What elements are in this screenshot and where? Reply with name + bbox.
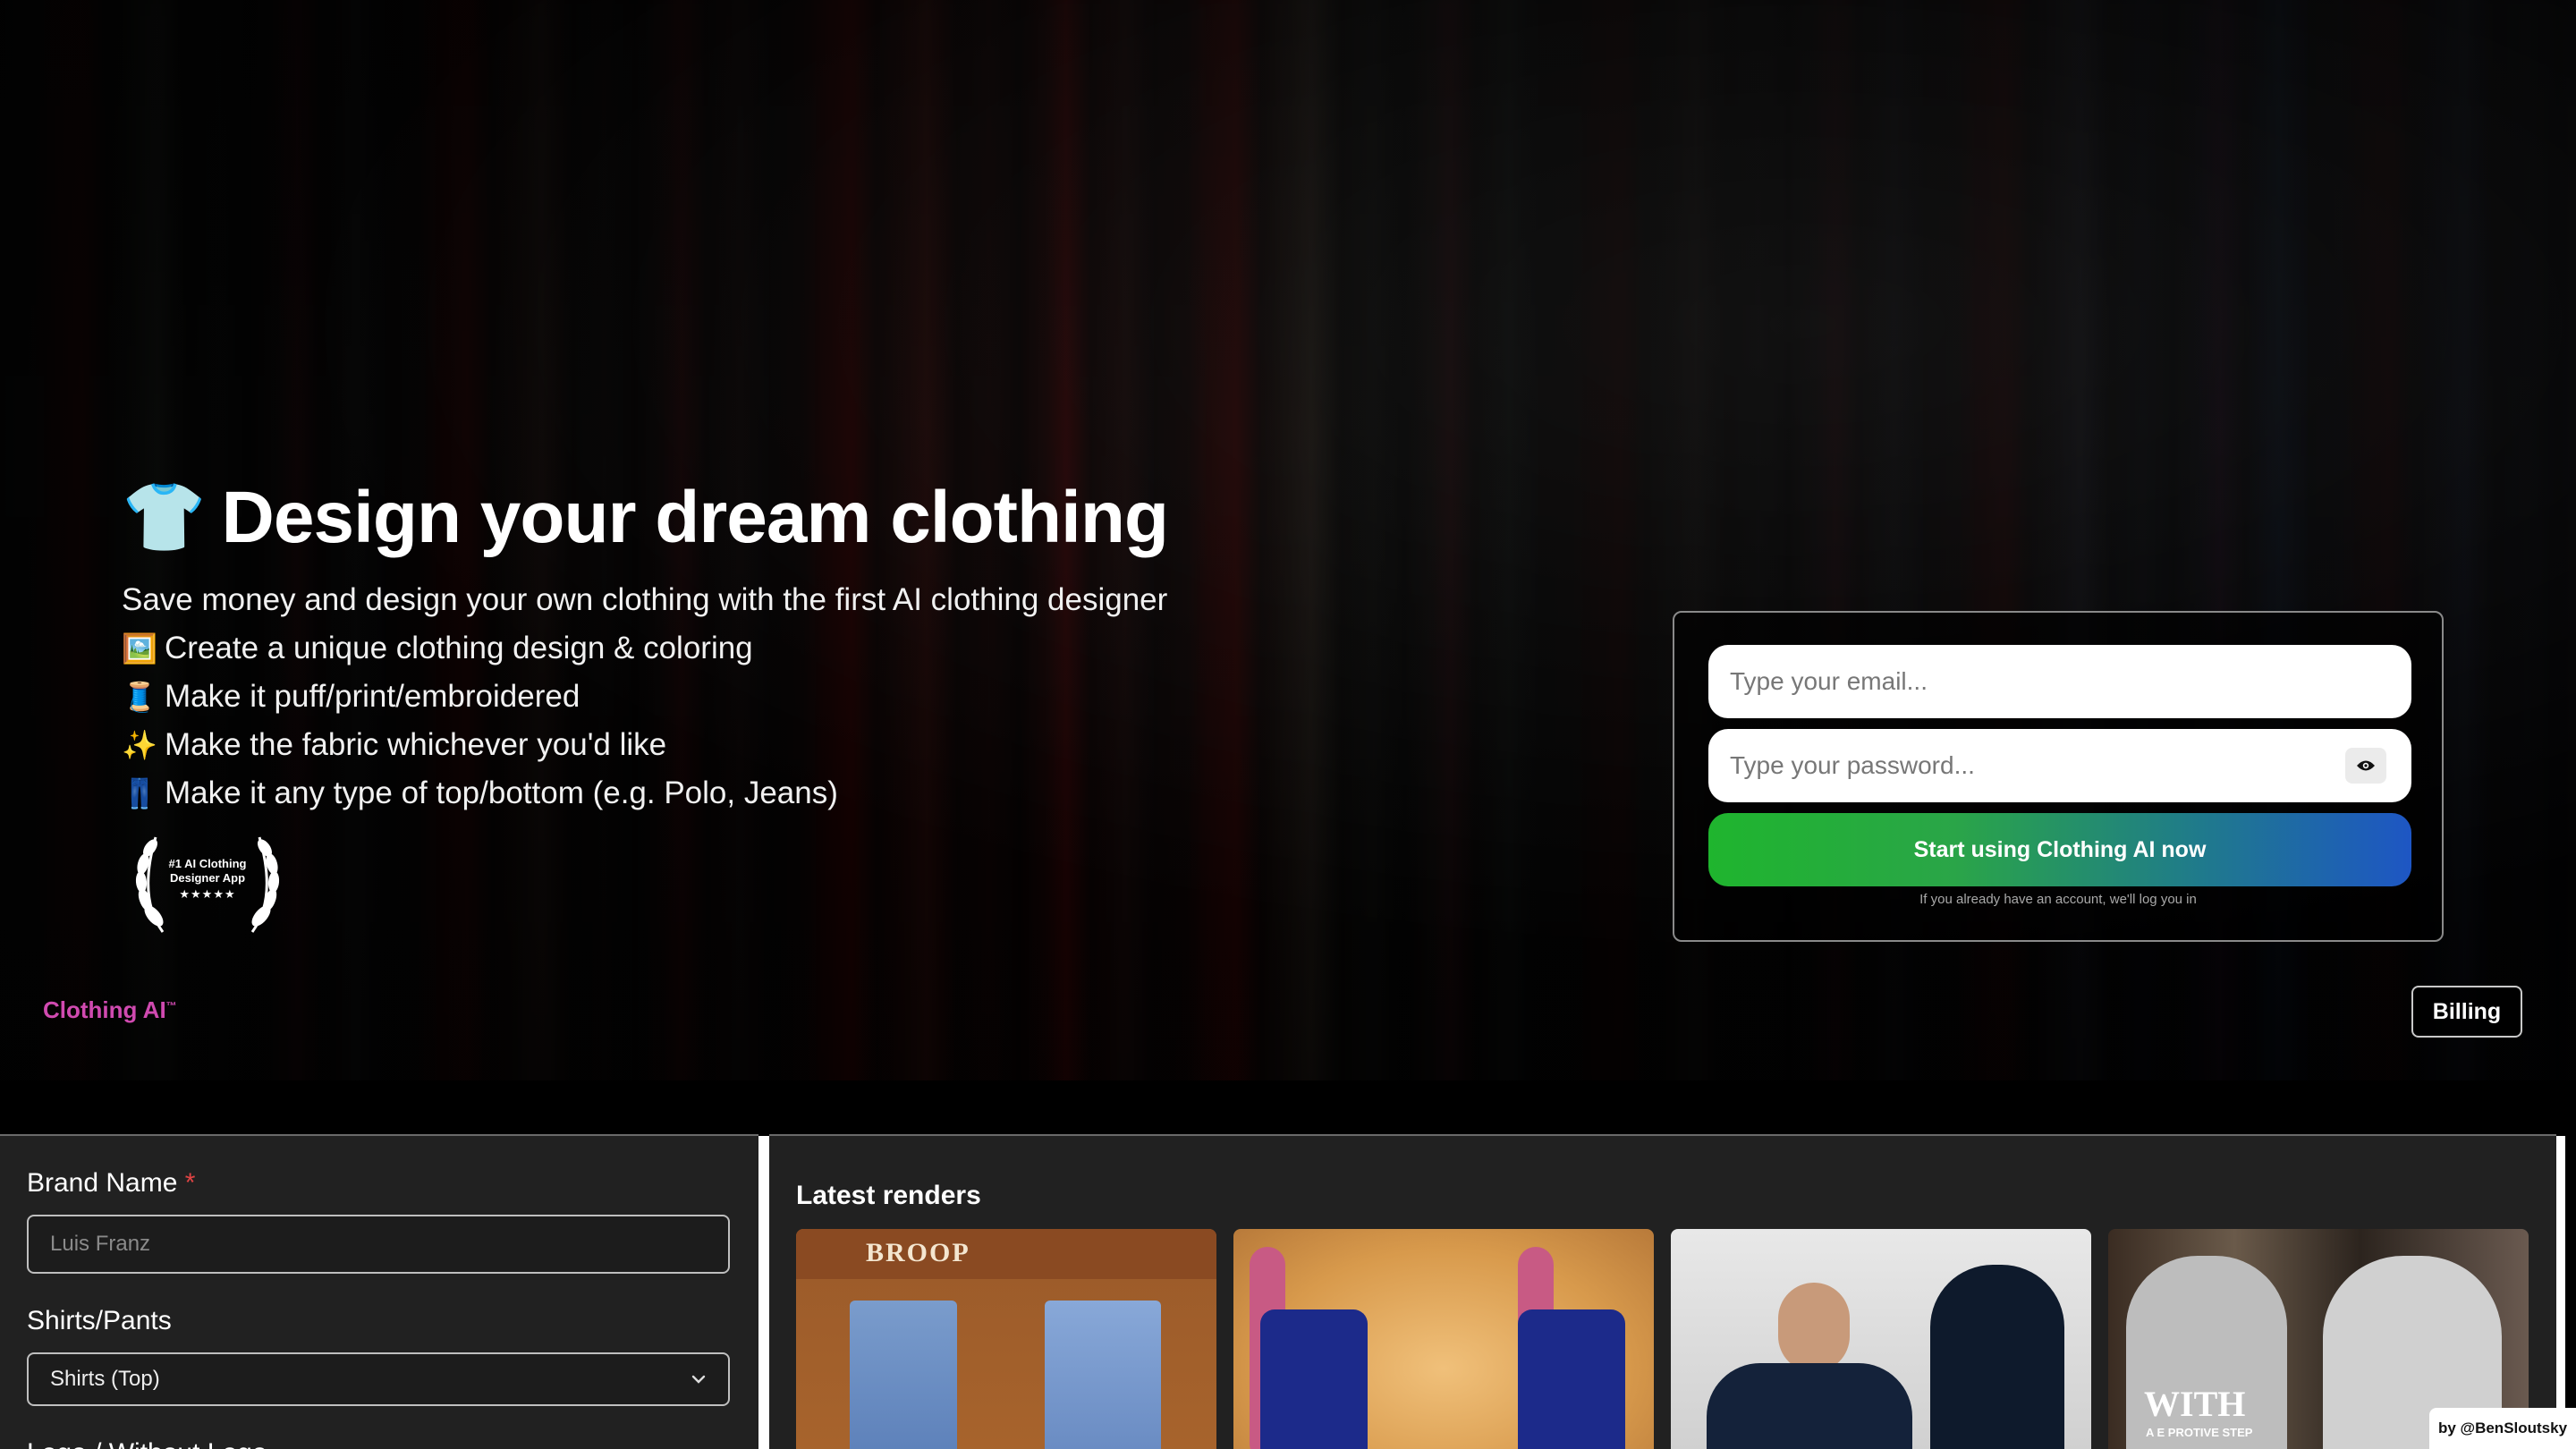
email-input[interactable] [1730, 645, 2390, 718]
vest-shape [1518, 1309, 1625, 1449]
render-banner [796, 1229, 1216, 1279]
start-button[interactable]: Start using Clothing AI now [1708, 813, 2411, 886]
latest-renders-title: Latest renders [796, 1181, 981, 1210]
brand-name-label-text: Brand Name [27, 1168, 178, 1198]
sparkles-icon: ✨ [122, 729, 157, 761]
password-input[interactable] [1730, 729, 2390, 802]
latest-renders-panel: Latest renders BROOP WITH A E PROTIVE ST… [769, 1134, 2556, 1449]
hoodie-shape [1930, 1265, 2064, 1449]
login-note: If you already have an account, we'll lo… [1919, 892, 2197, 907]
hero-feature-list: Save money and design your own clothing … [122, 576, 1284, 818]
feature-text: Make it any type of top/bottom (e.g. Pol… [165, 775, 838, 810]
brand-name-label: Brand Name * [27, 1168, 195, 1199]
award-text: #1 AI Clothing Designer App ★★★★★ [159, 857, 256, 902]
render-thumbnail[interactable]: BROOP [796, 1229, 1216, 1449]
brand-name-field[interactable] [27, 1215, 730, 1274]
hero-section: 👕 Design your dream clothing Save money … [0, 0, 2576, 1080]
feature-item: 🖼️ Create a unique clothing design & col… [122, 624, 1284, 673]
author-credit[interactable]: by @BenSloutsky [2429, 1408, 2576, 1449]
model-head [1778, 1283, 1850, 1372]
hero-content: 👕 Design your dream clothing Save money … [122, 465, 1284, 941]
jeans-shape [1045, 1301, 1161, 1449]
render-caption: WITH [2144, 1384, 2246, 1424]
picture-icon: 🖼️ [122, 632, 157, 665]
render-thumbnail[interactable] [1671, 1229, 2091, 1449]
hero-title: 👕 Design your dream clothing [122, 465, 1284, 571]
design-form-panel: Brand Name * Shirts/Pants Shirts (Top) L… [0, 1134, 758, 1449]
eye-icon [2357, 760, 2375, 771]
brand-name-input[interactable] [50, 1232, 707, 1257]
scrollbar[interactable] [2556, 1136, 2565, 1449]
password-field[interactable] [1708, 729, 2411, 802]
thread-icon: 🧵 [122, 681, 157, 713]
feature-text: Make the fabric whichever you'd like [165, 727, 667, 762]
billing-button[interactable]: Billing [2411, 986, 2522, 1038]
hero-subtitle-text: Save money and design your own clothing … [122, 582, 1168, 617]
hero-title-text: Design your dream clothing [221, 477, 1169, 558]
logo-label: Logo / Without Logo [27, 1438, 267, 1449]
render-thumbnail[interactable] [1233, 1229, 1654, 1449]
email-field[interactable] [1708, 645, 2411, 718]
feature-text: Make it puff/print/embroidered [165, 679, 580, 714]
trademark-mark: ™ [165, 999, 177, 1013]
login-card: Start using Clothing AI now If you alrea… [1673, 611, 2444, 942]
award-line: Designer App [169, 871, 246, 885]
feature-text: Create a unique clothing design & colori… [165, 631, 753, 665]
shirts-pants-label: Shirts/Pants [27, 1306, 172, 1335]
feature-item: 👖 Make it any type of top/bottom (e.g. P… [122, 769, 1284, 818]
shirts-pants-select[interactable]: Shirts (Top) [27, 1352, 730, 1406]
panel-divider[interactable] [758, 1136, 769, 1449]
jeans-icon: 👖 [122, 777, 157, 809]
render-caption: BROOP [866, 1238, 970, 1267]
award-badge: #1 AI Clothing Designer App ★★★★★ [127, 826, 288, 941]
feature-item: ✨ Make the fabric whichever you'd like [122, 721, 1284, 769]
show-password-button[interactable] [2345, 748, 2386, 784]
award-stars: ★★★★★ [179, 887, 236, 901]
shirts-pants-selected-value: Shirts (Top) [50, 1367, 160, 1391]
brand-logo[interactable]: Clothing AI™ [43, 996, 177, 1024]
brand-name: Clothing AI [43, 996, 166, 1023]
vest-shape [1260, 1309, 1368, 1449]
hero-subtitle: Save money and design your own clothing … [122, 576, 1284, 624]
app-section: Brand Name * Shirts/Pants Shirts (Top) L… [0, 1080, 2576, 1449]
jeans-shape [850, 1301, 957, 1449]
render-subcaption: A E PROTIVE STEP [2146, 1426, 2253, 1439]
award-line: #1 AI Clothing [168, 857, 247, 870]
shirt-icon: 👕 [122, 479, 207, 555]
hoodie-shape [1707, 1363, 1912, 1449]
feature-item: 🧵 Make it puff/print/embroidered [122, 673, 1284, 721]
required-mark: * [184, 1168, 196, 1198]
chevron-down-icon [691, 1375, 706, 1384]
